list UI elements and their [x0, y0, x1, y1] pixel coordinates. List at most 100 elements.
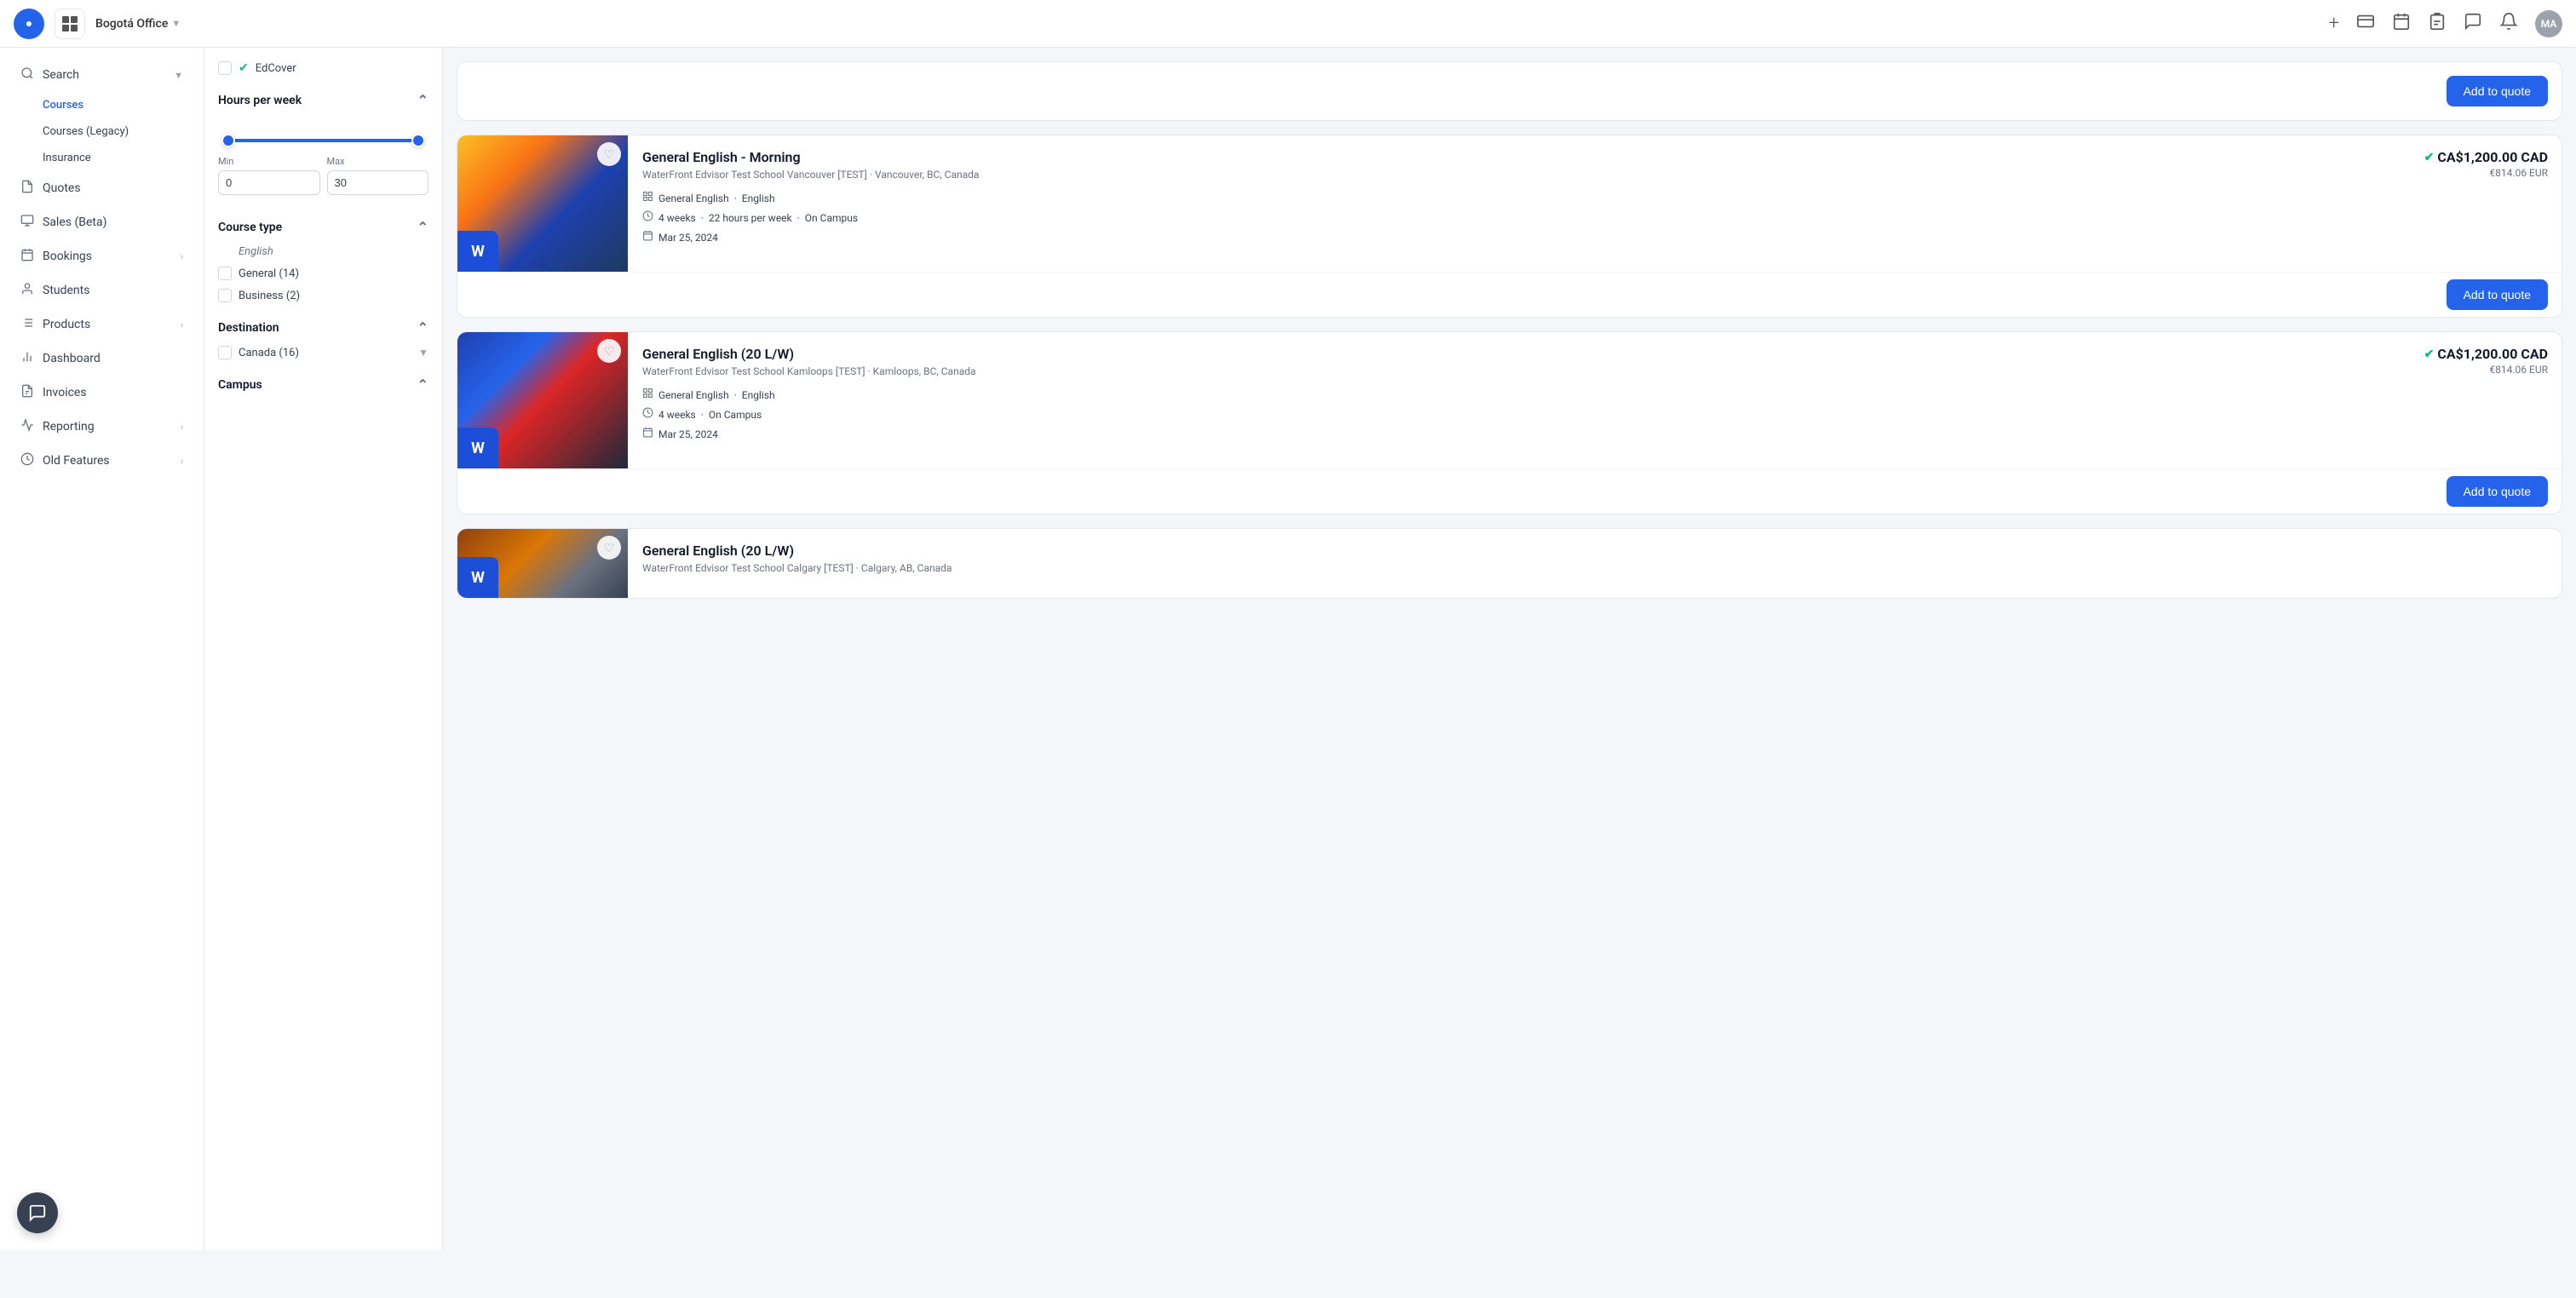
header-left: ● Bogotá Office ▼	[14, 9, 181, 39]
school-logo-2: W	[457, 428, 498, 468]
filter-general[interactable]: General (14)	[218, 267, 428, 280]
course-type-header[interactable]: Course type ⌃	[218, 219, 428, 235]
course-info-1: General English - Morning WaterFront Edv…	[632, 135, 2391, 272]
edcover-checkbox[interactable]	[218, 61, 232, 75]
course-title-3: General English (20 L/W)	[642, 543, 2551, 559]
clock-icon-1	[642, 210, 653, 225]
calendar-icon[interactable]	[2392, 12, 2411, 35]
business-label: Business (2)	[239, 290, 300, 302]
slider-thumb-max[interactable]	[411, 134, 425, 147]
sidebar-label-invoices: Invoices	[43, 386, 87, 399]
expand-icon[interactable]: ▼	[418, 347, 428, 359]
course-image-col-3: ♡ W	[457, 529, 632, 598]
clipboard-icon[interactable]	[2428, 12, 2447, 35]
course-school-2: WaterFront Edvisor Test School Kamloops …	[642, 365, 2381, 377]
general-checkbox[interactable]	[218, 267, 232, 280]
price-sub-2: €814.06 EUR	[2424, 364, 2548, 376]
course-card-3: ♡ W General English (20 L/W) WaterFront …	[457, 528, 2562, 599]
add-to-quote-button-top[interactable]: Add to quote	[2447, 76, 2548, 106]
course-price-col-1: ✔ CA$1,200.00 CAD €814.06 EUR	[2391, 135, 2562, 272]
min-input-container: Min	[218, 156, 320, 195]
course-meta-time-2: 4 weeks · On Campus	[642, 407, 2381, 422]
course-type-title: Course type	[218, 221, 282, 234]
sidebar-label-students: Students	[43, 284, 89, 297]
students-icon	[20, 282, 34, 299]
add-to-quote-button-2[interactable]: Add to quote	[2447, 476, 2548, 507]
sidebar-label-search: Search	[43, 68, 79, 82]
filter-business[interactable]: Business (2)	[218, 289, 428, 302]
edcover-filter: ✔ EdCover	[218, 61, 428, 75]
favorite-button-2[interactable]: ♡	[597, 339, 621, 363]
course-school-3: WaterFront Edvisor Test School Calgary […	[642, 562, 2551, 574]
campus-title: Campus	[218, 378, 262, 392]
sidebar-label-insurance: Insurance	[43, 152, 91, 164]
app-logo[interactable]: ●	[14, 9, 44, 39]
chevron-down-icon: ▼	[171, 18, 181, 29]
sidebar-item-bookings[interactable]: Bookings ›	[7, 239, 197, 273]
sidebar-item-insurance[interactable]: Insurance	[7, 145, 197, 171]
course-school-1: WaterFront Edvisor Test School Vancouver…	[642, 169, 2381, 181]
destination-header[interactable]: Destination ⌃	[218, 319, 428, 336]
course-type-collapse-icon[interactable]: ⌃	[417, 219, 428, 235]
office-selector[interactable]: Bogotá Office ▼	[95, 17, 181, 31]
bell-icon[interactable]	[2499, 12, 2518, 35]
quotes-icon	[20, 180, 34, 197]
chevron-icon-reporting: ›	[181, 422, 183, 433]
sidebar-item-old-features[interactable]: Old Features ›	[7, 444, 197, 478]
chevron-icon-old-features: ›	[181, 456, 183, 467]
sidebar-item-courses-legacy[interactable]: Courses (Legacy)	[7, 118, 197, 145]
sidebar-label-old-features: Old Features	[43, 454, 110, 468]
min-input[interactable]	[218, 170, 320, 195]
campus-collapse-icon[interactable]: ⌃	[417, 376, 428, 393]
range-inputs: Min Max	[218, 156, 428, 195]
old-features-icon	[20, 452, 34, 469]
sales-icon	[20, 214, 34, 231]
search-icon	[20, 66, 34, 83]
sidebar-label-products: Products	[43, 318, 90, 331]
course-price-col-2: ✔ CA$1,200.00 CAD €814.06 EUR	[2391, 332, 2562, 468]
sidebar-label-reporting: Reporting	[43, 420, 95, 434]
filter-canada[interactable]: Canada (16) ▼	[218, 346, 428, 359]
course-type-sublabel: English	[239, 245, 428, 258]
chat-icon[interactable]	[2464, 12, 2482, 35]
slider-fill	[221, 139, 425, 142]
add-icon[interactable]: +	[2329, 13, 2339, 34]
sidebar-item-dashboard[interactable]: Dashboard	[7, 342, 197, 376]
card-icon[interactable]	[2356, 12, 2375, 35]
sidebar-item-products[interactable]: Products ›	[7, 307, 197, 342]
course-image-2: ♡ W	[457, 332, 628, 468]
edcover-label: EdCover	[256, 62, 296, 75]
hours-collapse-icon[interactable]: ⌃	[417, 92, 428, 108]
canada-checkbox[interactable]	[218, 346, 232, 359]
hours-filter-header[interactable]: Hours per week ⌃	[218, 92, 428, 108]
edcover-row: ✔ EdCover	[218, 61, 428, 75]
max-input[interactable]	[327, 170, 429, 195]
sidebar-item-reporting[interactable]: Reporting ›	[7, 410, 197, 444]
user-avatar[interactable]: MA	[2535, 10, 2562, 37]
chat-support-button[interactable]	[17, 1192, 58, 1233]
campus-header[interactable]: Campus ⌃	[218, 376, 428, 393]
favorite-button-1[interactable]: ♡	[597, 142, 621, 166]
sidebar-item-students[interactable]: Students	[7, 273, 197, 307]
destination-collapse-icon[interactable]: ⌃	[417, 319, 428, 336]
sidebar-item-sales[interactable]: Sales (Beta)	[7, 205, 197, 239]
sidebar-item-quotes[interactable]: Quotes	[7, 171, 197, 205]
destination-title: Destination	[218, 321, 279, 335]
sidebar-label-courses: Courses	[43, 99, 83, 112]
school-logo-1: W	[457, 231, 498, 272]
sidebar-label-courses-legacy: Courses (Legacy)	[43, 125, 129, 138]
general-label: General (14)	[239, 267, 299, 280]
sidebar-item-invoices[interactable]: Invoices	[7, 376, 197, 410]
brand-logo-box[interactable]	[55, 9, 85, 39]
sidebar-item-courses[interactable]: Courses	[7, 92, 197, 118]
clock-icon-2	[642, 407, 653, 422]
favorite-button-3[interactable]: ♡	[597, 536, 621, 560]
sidebar-item-search[interactable]: Search ▼	[7, 58, 197, 92]
max-label: Max	[327, 156, 429, 167]
slider-thumb-min[interactable]	[221, 134, 235, 147]
price-check-icon-2: ✔	[2424, 347, 2435, 361]
add-to-quote-button-1[interactable]: Add to quote	[2447, 279, 2548, 310]
business-checkbox[interactable]	[218, 289, 232, 302]
header-right: + MA	[2329, 10, 2562, 37]
course-card-footer-2: Add to quote	[457, 468, 2562, 514]
